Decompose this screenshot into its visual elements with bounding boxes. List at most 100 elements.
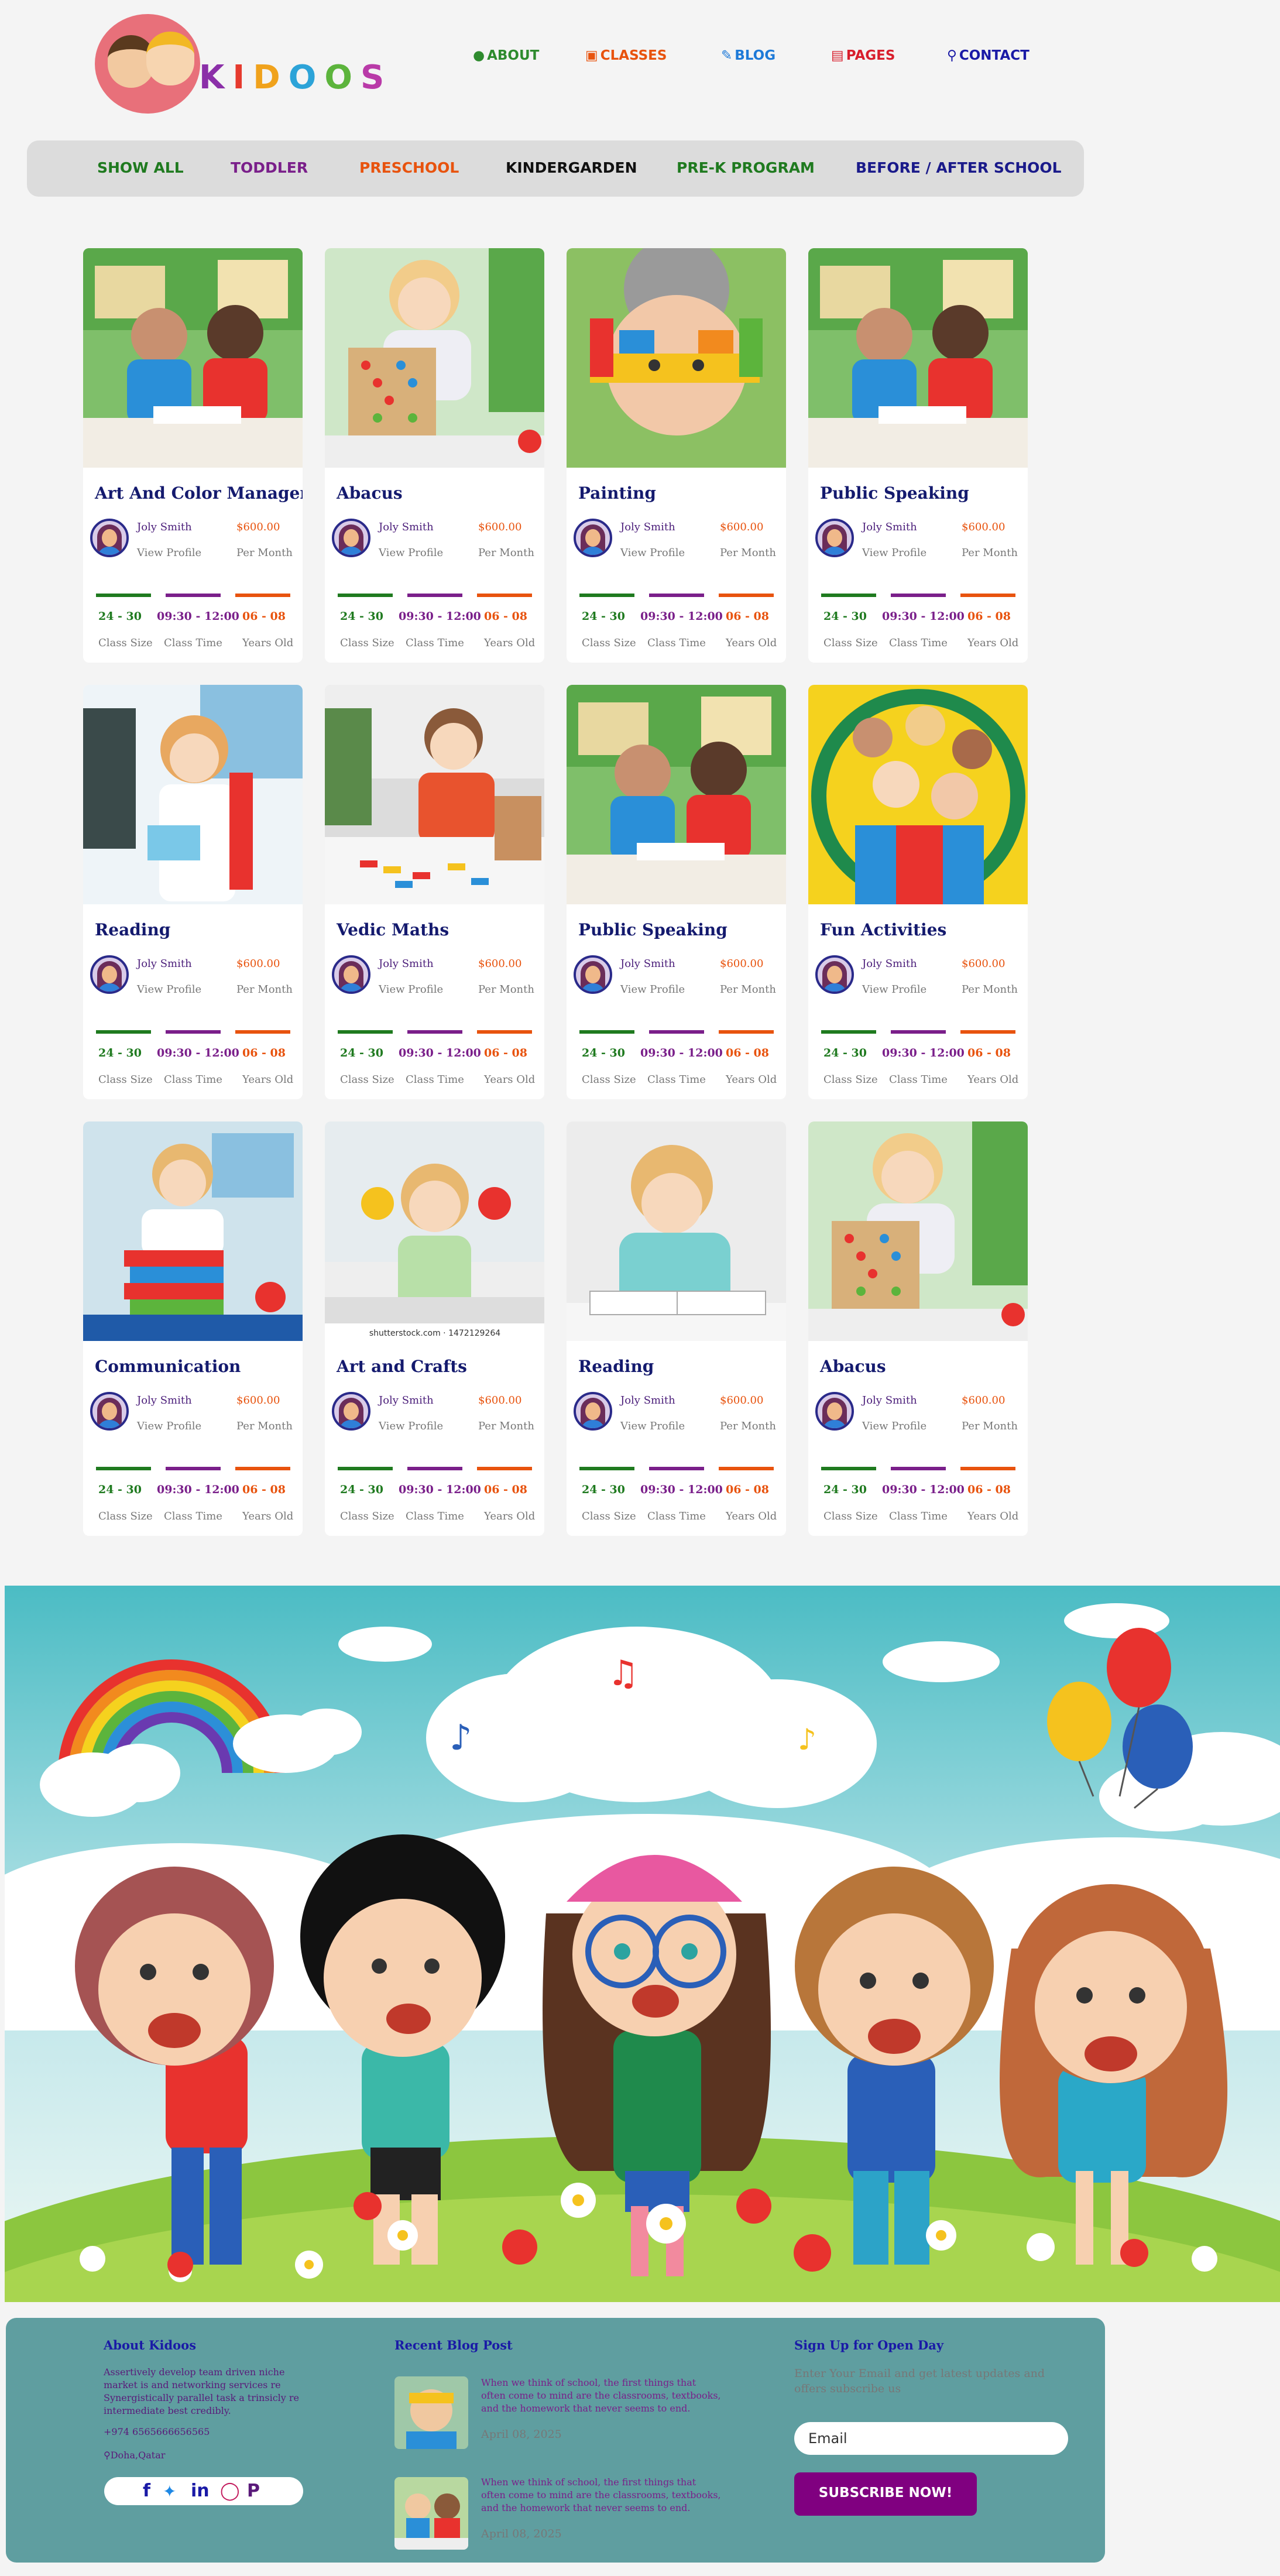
class-title[interactable]: Art And Color Management — [95, 483, 303, 503]
class-card[interactable]: Reading Joly Smith View Profile $600.00 Per … — [83, 685, 303, 1099]
teacher-avatar[interactable] — [815, 1392, 854, 1431]
teacher-avatar[interactable] — [574, 955, 612, 994]
class-title[interactable]: Abacus — [337, 483, 403, 503]
view-profile-link[interactable]: View Profile — [620, 1420, 685, 1432]
teacher-avatar[interactable] — [815, 519, 854, 557]
email-input[interactable]: Email — [794, 2422, 1068, 2455]
teacher-avatar[interactable] — [90, 955, 129, 994]
teacher-name[interactable]: Joly Smith — [137, 521, 192, 533]
teacher-name[interactable]: Joly Smith — [620, 1394, 675, 1407]
class-title[interactable]: Art and Crafts — [337, 1357, 467, 1376]
class-title[interactable]: Communication — [95, 1357, 241, 1376]
class-card[interactable]: Art And Color Management Joly Smith View P… — [83, 248, 303, 663]
view-profile-link[interactable]: View Profile — [379, 1420, 443, 1432]
teacher-name[interactable]: Joly Smith — [379, 1394, 434, 1407]
teacher-avatar[interactable] — [815, 955, 854, 994]
teacher-name[interactable]: Joly Smith — [862, 958, 917, 970]
class-image[interactable] — [808, 248, 1028, 468]
teacher-avatar[interactable] — [332, 519, 370, 557]
phone-number[interactable]: +974 6565666656565 — [104, 2426, 210, 2438]
view-profile-link[interactable]: View Profile — [862, 547, 926, 559]
class-card[interactable]: Vedic Maths Joly Smith View Profile $600.00… — [325, 685, 544, 1099]
class-title[interactable]: Public Speaking — [820, 483, 969, 503]
teacher-avatar[interactable] — [90, 1392, 129, 1431]
class-title[interactable]: Painting — [578, 483, 656, 503]
view-profile-link[interactable]: View Profile — [137, 547, 201, 559]
nav-classes[interactable]: ▣ CLASSES — [585, 48, 667, 63]
blog-post-2-text[interactable]: When we think of school, the first thing… — [481, 2476, 721, 2515]
teacher-name[interactable]: Joly Smith — [379, 958, 434, 970]
view-profile-link[interactable]: View Profile — [862, 1420, 926, 1432]
teacher-avatar[interactable] — [90, 519, 129, 557]
blog-thumb-1[interactable] — [394, 2376, 468, 2449]
class-title[interactable]: Reading — [578, 1357, 654, 1376]
blog-thumb-2[interactable] — [394, 2477, 468, 2550]
class-card[interactable]: Abacus Joly Smith View Profile $600.00 Per M… — [325, 248, 544, 663]
class-image[interactable] — [567, 685, 786, 904]
blog-post-1-text[interactable]: When we think of school, the first thing… — [481, 2376, 721, 2415]
nav-blog[interactable]: ✎ BLOG — [721, 48, 775, 63]
class-title[interactable]: Public Speaking — [578, 920, 727, 939]
view-profile-link[interactable]: View Profile — [379, 983, 443, 996]
class-image[interactable]: shutterstock.com · 1472129264 — [325, 1121, 544, 1341]
class-card[interactable]: Painting Joly Smith View Profile $600.00 Per… — [567, 248, 786, 663]
filter-before-after-school[interactable]: BEFORE / AFTER SCHOOL — [856, 159, 1062, 176]
teacher-name[interactable]: Joly Smith — [862, 1394, 917, 1407]
filter-preschool[interactable]: PRESCHOOL — [359, 159, 459, 176]
location: ⚲Doha,Qatar — [104, 2450, 166, 2461]
facebook-icon[interactable]: f — [143, 2481, 150, 2501]
filter-pre-k-program[interactable]: PRE-K PROGRAM — [677, 159, 815, 176]
class-image[interactable] — [83, 685, 303, 904]
filter-kindergarden[interactable]: KINDERGARDEN — [506, 159, 637, 176]
teacher-avatar[interactable] — [574, 519, 612, 557]
class-image[interactable] — [325, 685, 544, 904]
class-card[interactable]: Abacus Joly Smith View Profile $600.00 Per M… — [808, 1121, 1028, 1536]
view-profile-link[interactable]: View Profile — [379, 547, 443, 559]
class-size-value: 24 - 30 — [823, 1483, 867, 1496]
class-size-value: 24 - 30 — [98, 1483, 142, 1496]
teacher-avatar[interactable] — [574, 1392, 612, 1431]
teacher-name[interactable]: Joly Smith — [620, 521, 675, 533]
class-image[interactable] — [83, 1121, 303, 1341]
class-image[interactable] — [567, 248, 786, 468]
filter-toddler[interactable]: TODDLER — [231, 159, 308, 176]
teacher-name[interactable]: Joly Smith — [620, 958, 675, 970]
class-card[interactable]: Reading Joly Smith View Profile $600.00 Per … — [567, 1121, 786, 1536]
view-profile-link[interactable]: View Profile — [137, 1420, 201, 1432]
view-profile-link[interactable]: View Profile — [137, 983, 201, 996]
class-image[interactable] — [808, 1121, 1028, 1341]
class-time-bar — [166, 1030, 221, 1034]
class-image[interactable] — [808, 685, 1028, 904]
nav-about[interactable]: ● ABOUT — [473, 48, 539, 63]
class-title[interactable]: Abacus — [820, 1357, 886, 1376]
class-card[interactable]: Public Speaking Joly Smith View Profile $60… — [808, 248, 1028, 663]
teacher-name[interactable]: Joly Smith — [379, 521, 434, 533]
class-card[interactable]: Public Speaking Joly Smith View Profile $60… — [567, 685, 786, 1099]
filter-show-all[interactable]: SHOW ALL — [97, 159, 184, 176]
teacher-name[interactable]: Joly Smith — [862, 521, 917, 533]
view-profile-link[interactable]: View Profile — [620, 983, 685, 996]
class-image[interactable] — [83, 248, 303, 468]
site-logo[interactable]: KIDOOS — [88, 11, 384, 116]
teacher-avatar[interactable] — [332, 955, 370, 994]
view-profile-link[interactable]: View Profile — [620, 547, 685, 559]
twitter-icon[interactable]: ✦ — [163, 2482, 176, 2501]
teacher-name[interactable]: Joly Smith — [137, 1394, 192, 1407]
class-card[interactable]: shutterstock.com · 1472129264 Art and Cra… — [325, 1121, 544, 1536]
class-card[interactable]: Fun Activities Joly Smith View Profile $600… — [808, 685, 1028, 1099]
pinterest-icon[interactable]: P — [247, 2481, 260, 2501]
teacher-avatar[interactable] — [332, 1392, 370, 1431]
class-card[interactable]: Communication Joly Smith View Profile $600.… — [83, 1121, 303, 1536]
nav-pages[interactable]: ▤ PAGES — [831, 48, 895, 63]
class-image[interactable] — [325, 248, 544, 468]
class-title[interactable]: Fun Activities — [820, 920, 946, 939]
view-profile-link[interactable]: View Profile — [862, 983, 926, 996]
teacher-name[interactable]: Joly Smith — [137, 958, 192, 970]
class-title[interactable]: Reading — [95, 920, 170, 939]
class-title[interactable]: Vedic Maths — [337, 920, 449, 939]
subscribe-button[interactable]: SUBSCRIBE NOW! — [794, 2472, 977, 2516]
class-image[interactable] — [567, 1121, 786, 1341]
linkedin-icon[interactable]: in — [191, 2481, 210, 2501]
instagram-icon[interactable]: ◯ — [220, 2481, 240, 2501]
nav-contact[interactable]: ⚲ CONTACT — [947, 48, 1030, 63]
